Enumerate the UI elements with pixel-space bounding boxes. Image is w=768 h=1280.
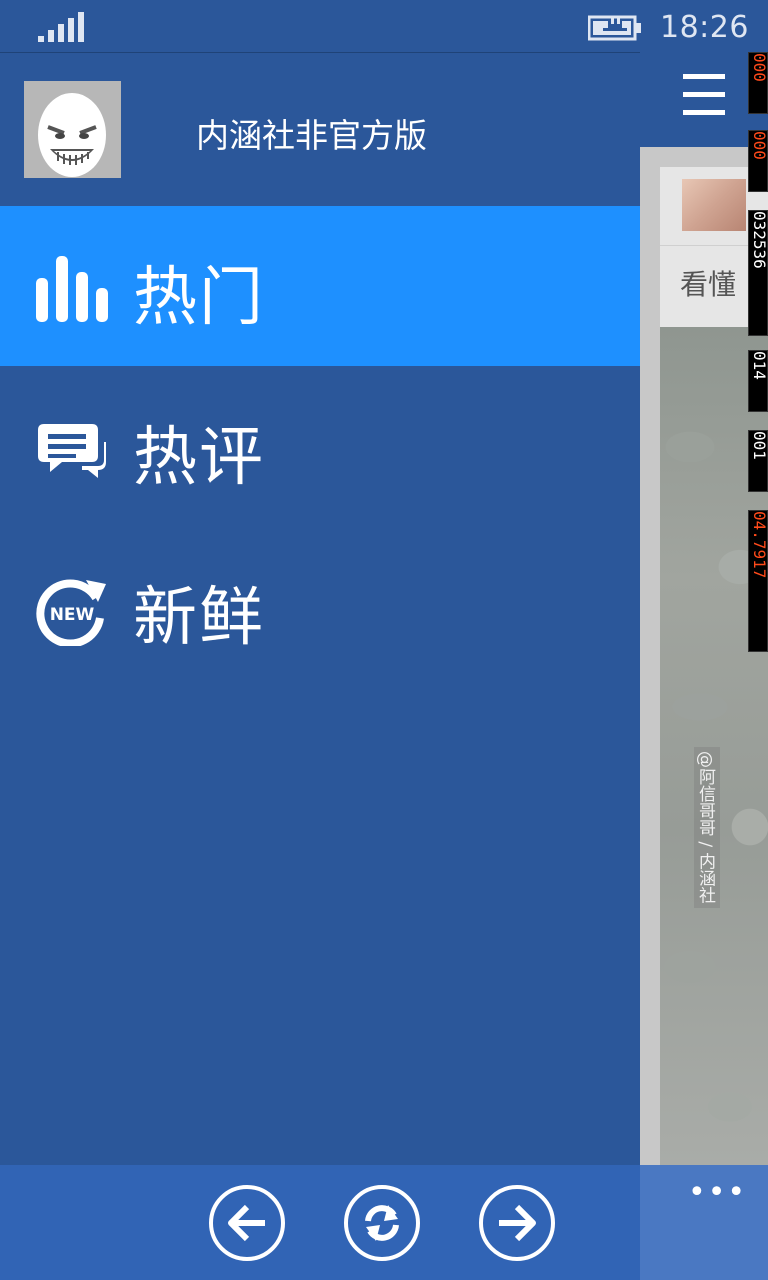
debug-counter: 000 bbox=[748, 130, 768, 192]
debug-counter: 04.7917 bbox=[748, 510, 768, 652]
hamburger-menu-icon[interactable] bbox=[683, 74, 725, 122]
signal-bars-icon bbox=[38, 12, 84, 42]
bar-chart-icon bbox=[36, 256, 108, 322]
comment-icon bbox=[38, 424, 106, 478]
debug-counter: 000 bbox=[748, 52, 768, 114]
svg-text:NEW: NEW bbox=[50, 605, 95, 625]
status-clock: 18:26 bbox=[660, 10, 749, 45]
post-text: 看懂 bbox=[680, 268, 737, 301]
app-logo bbox=[24, 81, 121, 178]
debug-counter: 014 bbox=[748, 350, 768, 412]
back-button[interactable] bbox=[209, 1185, 285, 1261]
debug-counter: 032536 bbox=[748, 210, 768, 336]
content-app-bar: ••• bbox=[640, 1165, 768, 1280]
menu-item-fresh[interactable]: NEW 新鲜 bbox=[0, 526, 640, 686]
menu-item-label: 热门 bbox=[133, 261, 265, 335]
more-options-button[interactable]: ••• bbox=[688, 1178, 747, 1208]
menu-item-label: 热评 bbox=[133, 421, 265, 495]
refresh-button[interactable] bbox=[344, 1185, 420, 1261]
menu-item-hot-comments[interactable]: 热评 bbox=[0, 366, 640, 526]
egg-face-icon bbox=[24, 81, 121, 178]
image-watermark: @阿信哥哥 / 内涵社 bbox=[694, 747, 720, 908]
menu-item-label: 新鲜 bbox=[133, 581, 265, 655]
app-title: 内涵社非官方版 bbox=[196, 116, 427, 155]
app-bar bbox=[0, 1165, 640, 1280]
menu-item-hot[interactable]: 热门 bbox=[0, 206, 640, 366]
navigation-drawer: 内涵社非官方版 热门 热评 NEW 新鲜 bbox=[0, 52, 640, 1165]
status-bar: 18:26 bbox=[0, 0, 768, 52]
refresh-icon bbox=[365, 1205, 399, 1241]
battery-charging-icon bbox=[588, 15, 641, 41]
forward-arrow-icon bbox=[499, 1204, 536, 1242]
forward-button[interactable] bbox=[479, 1185, 555, 1261]
post-author-avatar[interactable] bbox=[682, 179, 746, 231]
debug-counter: 001 bbox=[748, 430, 768, 492]
new-refresh-icon: NEW bbox=[36, 579, 106, 646]
back-arrow-icon bbox=[228, 1204, 265, 1242]
drawer-header: 内涵社非官方版 bbox=[0, 52, 640, 206]
